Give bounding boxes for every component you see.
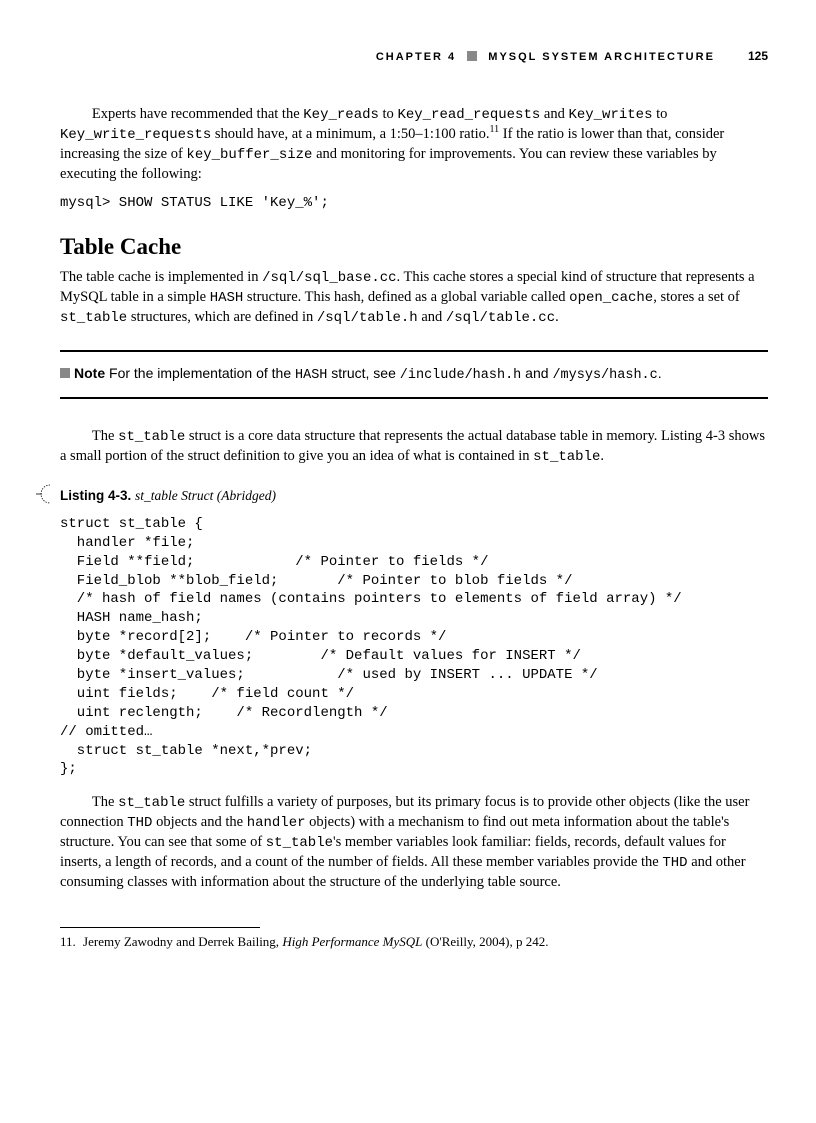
header-separator-icon — [467, 51, 477, 61]
note-label: Note — [74, 365, 105, 381]
chapter-label: CHAPTER 4 — [376, 51, 456, 63]
listing-label: Listing 4-3. — [60, 488, 131, 503]
footnote: 11. Jeremy Zawodny and Derrek Bailing, H… — [60, 934, 768, 951]
footnote-rule — [60, 927, 260, 928]
section-heading-table-cache: Table Cache — [60, 231, 768, 262]
paragraph-st-table-purpose: The st_table struct fulfills a variety o… — [60, 793, 768, 892]
footnote-ref: 11 — [490, 124, 500, 135]
moon-arc-icon — [36, 483, 58, 505]
sql-command: mysql> SHOW STATUS LIKE 'Key_%'; — [60, 194, 768, 213]
code-listing-st-table: struct st_table { handler *file; Field *… — [60, 515, 768, 779]
page-number: 125 — [748, 49, 768, 63]
note-callout: Note For the implementation of the HASH … — [60, 350, 768, 399]
chapter-title: MYSQL SYSTEM ARCHITECTURE — [488, 51, 715, 63]
listing-caption: Listing 4-3. st_table Struct (Abridged) — [60, 487, 768, 505]
page: CHAPTER 4 MYSQL SYSTEM ARCHITECTURE 125 … — [0, 0, 816, 1123]
body: Experts have recommended that the Key_re… — [60, 105, 768, 951]
paragraph-st-table-intro: The st_table struct is a core data struc… — [60, 427, 768, 467]
running-header: CHAPTER 4 MYSQL SYSTEM ARCHITECTURE 125 — [60, 48, 768, 65]
listing-caption-italic: st_table Struct (Abridged) — [135, 488, 276, 503]
paragraph-key-ratio: Experts have recommended that the Key_re… — [60, 105, 768, 184]
note-square-icon — [60, 368, 70, 378]
paragraph-table-cache-intro: The table cache is implemented in /sql/s… — [60, 268, 768, 328]
footnote-number: 11. — [60, 934, 76, 949]
